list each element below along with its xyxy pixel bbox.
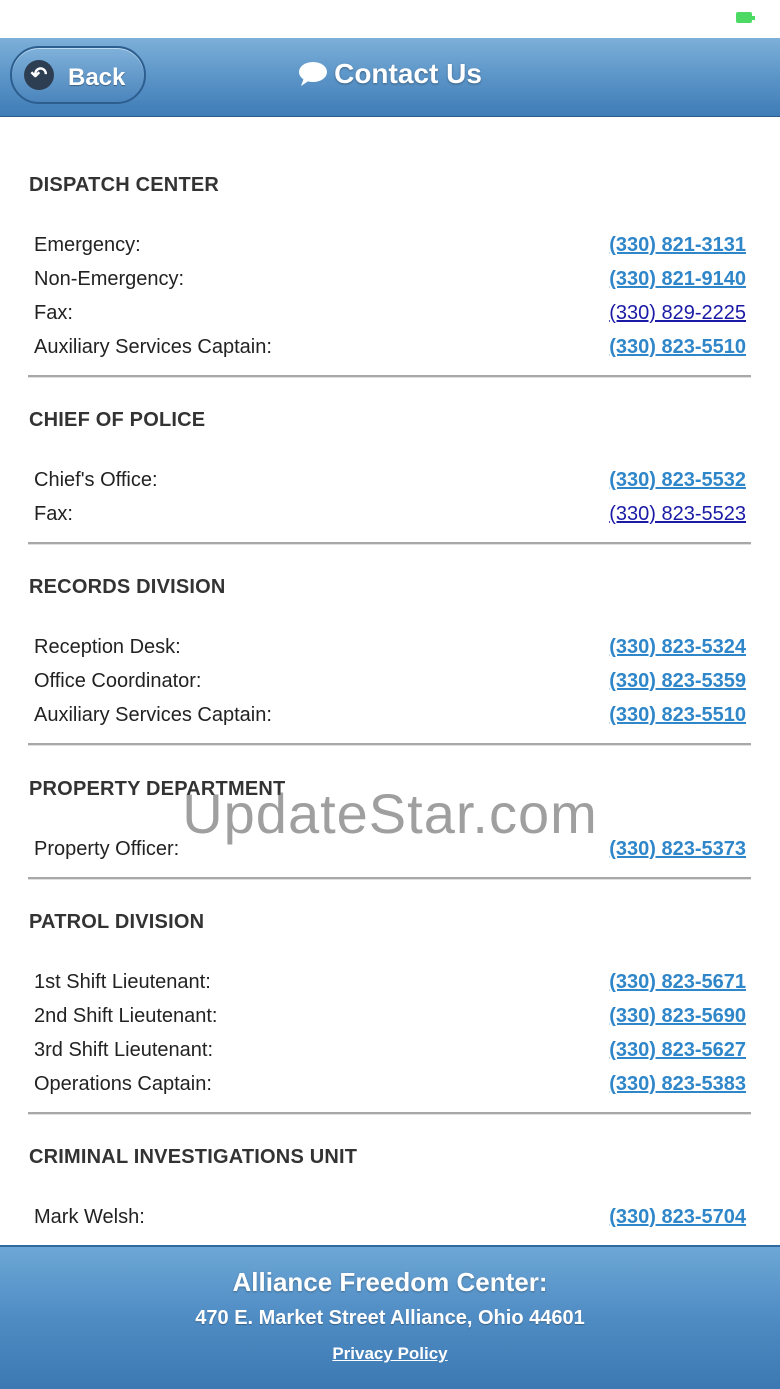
- section-divider: [28, 375, 751, 377]
- contact-row: Auxiliary Services Captain: (330) 823-55…: [0, 336, 780, 370]
- phone-link[interactable]: (330) 823-5704: [609, 1206, 746, 1229]
- contact-row: Emergency: (330) 821-3131: [0, 234, 780, 268]
- section-title: PROPERTY DEPARTMENT: [29, 778, 286, 800]
- phone-link[interactable]: (330) 823-5523: [609, 503, 746, 526]
- phone-link[interactable]: (330) 823-5373: [609, 838, 746, 861]
- contact-row: 1st Shift Lieutenant: (330) 823-5671: [0, 971, 780, 1005]
- section-divider: [28, 1112, 751, 1114]
- footer-title: Alliance Freedom Center:: [232, 1267, 548, 1297]
- page-title-text: Contact Us: [334, 58, 482, 89]
- phone-link[interactable]: (330) 821-3131: [609, 234, 746, 257]
- contact-label: Non-Emergency:: [34, 268, 185, 290]
- section-title: PATROL DIVISION: [29, 911, 205, 933]
- section-divider: [28, 743, 751, 745]
- phone-link[interactable]: (330) 823-5690: [609, 1005, 746, 1028]
- phone-link[interactable]: (330) 823-5627: [609, 1039, 746, 1062]
- contact-label: Reception Desk:: [34, 636, 181, 658]
- phone-link[interactable]: (330) 823-5383: [609, 1073, 746, 1096]
- contact-label: 1st Shift Lieutenant:: [34, 971, 211, 993]
- page-title: Contact Us: [0, 58, 780, 90]
- phone-link[interactable]: (330) 823-5671: [609, 971, 746, 994]
- phone-link[interactable]: (330) 823-5324: [609, 636, 746, 659]
- section-title: DISPATCH CENTER: [29, 174, 220, 196]
- contact-row: Operations Captain: (330) 823-5383: [0, 1073, 780, 1107]
- contact-row: Auxiliary Services Captain: (330) 823-55…: [0, 704, 780, 738]
- contact-row: Office Coordinator: (330) 823-5359: [0, 670, 780, 704]
- contact-label: Auxiliary Services Captain:: [34, 336, 272, 358]
- footer-address: 470 E. Market Street Alliance, Ohio 4460…: [195, 1307, 585, 1329]
- contact-row: Mark Welsh: (330) 823-5704: [0, 1206, 780, 1240]
- contact-label: Fax:: [34, 503, 73, 525]
- phone-link[interactable]: (330) 829-2225: [609, 302, 746, 325]
- section-divider: [28, 877, 751, 879]
- contact-label: Chief's Office:: [34, 469, 158, 491]
- privacy-policy-link[interactable]: Privacy Policy: [332, 1344, 447, 1363]
- contact-list: DISPATCH CENTER Emergency: (330) 821-313…: [0, 117, 780, 1245]
- phone-link[interactable]: (330) 823-5510: [609, 704, 746, 727]
- contact-row: 3rd Shift Lieutenant: (330) 823-5627: [0, 1039, 780, 1073]
- contact-label: Office Coordinator:: [34, 670, 202, 692]
- contact-row: Chief's Office: (330) 823-5532: [0, 469, 780, 503]
- contact-row: Non-Emergency: (330) 821-9140: [0, 268, 780, 302]
- phone-link[interactable]: (330) 823-5532: [609, 469, 746, 492]
- contact-label: Emergency:: [34, 234, 141, 256]
- header-bar: ↶ Back Contact Us: [0, 38, 780, 117]
- phone-link[interactable]: (330) 821-9140: [609, 268, 746, 291]
- contact-label: Fax:: [34, 302, 73, 324]
- contact-label: Auxiliary Services Captain:: [34, 704, 272, 726]
- contact-row: Fax: (330) 829-2225: [0, 302, 780, 336]
- contact-row: Fax: (330) 823-5523: [0, 503, 780, 537]
- section-title: CHIEF OF POLICE: [29, 409, 206, 431]
- footer: Alliance Freedom Center: 470 E. Market S…: [0, 1245, 780, 1389]
- contact-label: 3rd Shift Lieutenant:: [34, 1039, 214, 1061]
- contact-row: Reception Desk: (330) 823-5324: [0, 636, 780, 670]
- section-title: RECORDS DIVISION: [29, 576, 226, 598]
- section-divider: [28, 542, 751, 544]
- contact-label: 2nd Shift Lieutenant:: [34, 1005, 218, 1027]
- contact-label: Mark Welsh:: [34, 1206, 145, 1228]
- chat-bubble-icon: [299, 62, 328, 86]
- section-title: CRIMINAL INVESTIGATIONS UNIT: [29, 1146, 358, 1168]
- contact-row: 2nd Shift Lieutenant: (330) 823-5690: [0, 1005, 780, 1039]
- contact-row: Property Officer: (330) 823-5373: [0, 838, 780, 872]
- phone-link[interactable]: (330) 823-5510: [609, 336, 746, 359]
- contact-label: Property Officer:: [34, 838, 180, 860]
- battery-icon: [736, 12, 755, 23]
- privacy-policy-container: Privacy Policy: [0, 1344, 780, 1364]
- status-bar: [0, 0, 780, 38]
- contact-label: Operations Captain:: [34, 1073, 212, 1095]
- phone-link[interactable]: (330) 823-5359: [609, 670, 746, 693]
